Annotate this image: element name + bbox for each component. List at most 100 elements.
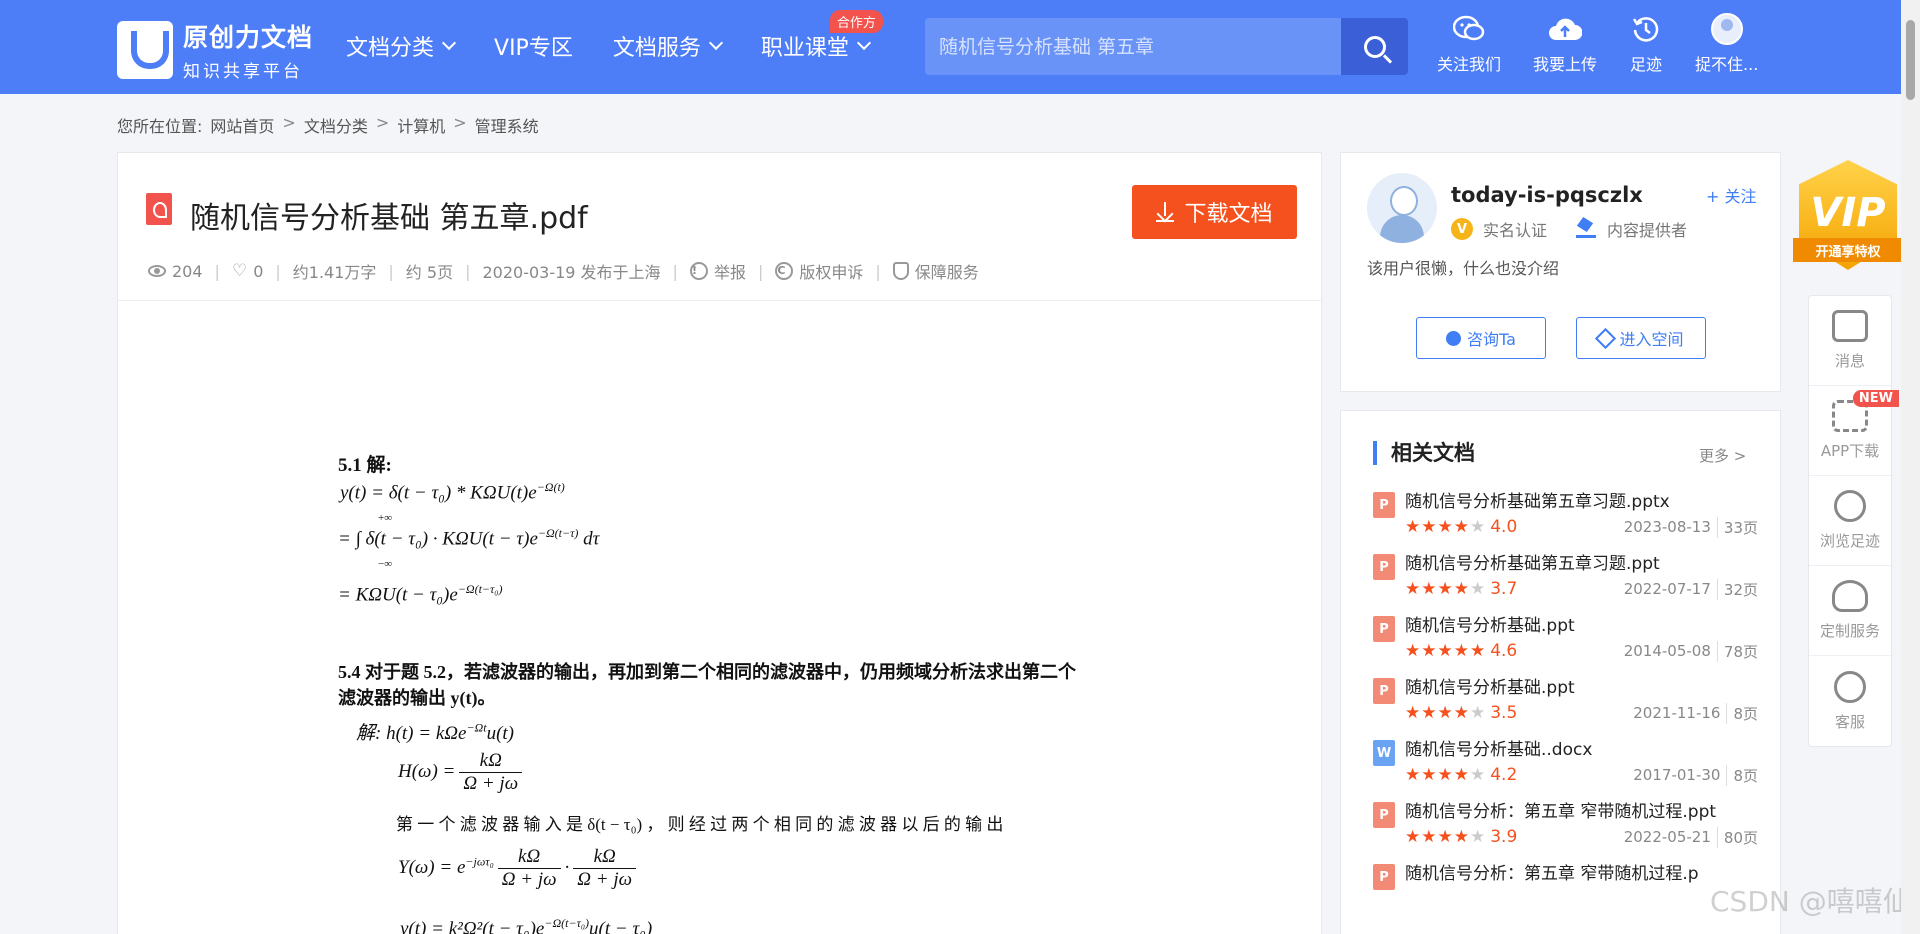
- history-icon: [1834, 490, 1866, 522]
- related-item-title[interactable]: 随机信号分析基础..docx: [1405, 737, 1758, 763]
- equation-line: y(t) = k²Ω²(t − τ₀)e−Ω(t−τ₀)u(t − τ₀): [400, 916, 653, 934]
- nav-label: 文档服务: [612, 36, 701, 61]
- site-logo[interactable]: 原创力文档 知识共享平台: [117, 18, 313, 82]
- guarantee-button[interactable]: 保障服务: [892, 259, 979, 283]
- vip-promo-badge[interactable]: VIP 开通享特权: [1793, 160, 1903, 278]
- item-pages: 33页: [1716, 516, 1758, 538]
- upload-button[interactable]: 我要上传: [1533, 12, 1597, 75]
- download-button[interactable]: 下载文档: [1132, 185, 1297, 239]
- report-button[interactable]: ! 举报: [689, 259, 746, 283]
- copyright-button[interactable]: C 版权申诉: [775, 259, 863, 283]
- top-navbar: 原创力文档 知识共享平台 文档分类 VIP专区 文档服务 职业课堂 合作方 随机…: [0, 0, 1920, 94]
- cube-icon: [1595, 327, 1617, 349]
- author-badges: V 实名认证 内容提供者: [1451, 217, 1687, 241]
- enter-space-button[interactable]: 进入空间: [1576, 317, 1706, 359]
- rating-stars: ★★★★★: [1405, 827, 1487, 847]
- side-app-download-button[interactable]: APP下载 NEW: [1809, 386, 1899, 476]
- related-item[interactable]: P 随机信号分析基础第五章习题.pptx ★★★★★ 4.0 2023-08-13 3…: [1373, 489, 1758, 539]
- rating-score: 4.0: [1490, 517, 1518, 537]
- related-item-title[interactable]: 随机信号分析：第五章 窄带随机过程.ppt: [1405, 799, 1758, 825]
- side-message-button[interactable]: 消息: [1809, 296, 1891, 386]
- related-item-title[interactable]: 随机信号分析基础第五章习题.ppt: [1405, 551, 1758, 577]
- follow-us-button[interactable]: 关注我们: [1437, 12, 1501, 75]
- follow-button[interactable]: + 关注: [1706, 183, 1757, 207]
- problem-5-4-heading-cont: 滤波器的输出 y(t)。: [338, 688, 496, 708]
- download-icon: [1156, 202, 1175, 222]
- related-item-title[interactable]: 随机信号分析：第五章 窄带随机过程.p: [1405, 861, 1758, 887]
- ppt-file-icon: P: [1373, 864, 1395, 890]
- nav-doc-category[interactable]: 文档分类: [346, 30, 457, 62]
- author-name[interactable]: today-is-pqsczlx: [1451, 183, 1643, 207]
- related-item[interactable]: P 随机信号分析基础.ppt ★★★★★ 4.6 2014-05-08 78页: [1373, 613, 1758, 663]
- ppt-file-icon: P: [1373, 554, 1395, 580]
- rating-stars: ★★★★★: [1405, 579, 1487, 599]
- document-header: 随机信号分析基础 第五章.pdf 下载文档 204 | ♡ 0 | 约1.41万字…: [118, 153, 1321, 301]
- chevron-down-icon: [856, 35, 871, 51]
- related-item-title[interactable]: 随机信号分析基础第五章习题.pptx: [1405, 489, 1758, 515]
- message-icon: [1832, 310, 1868, 342]
- author-avatar[interactable]: [1367, 173, 1437, 243]
- related-item[interactable]: P 随机信号分析基础第五章习题.ppt ★★★★★ 3.7 2022-07-17 32…: [1373, 551, 1758, 601]
- breadcrumb-sep: >: [282, 113, 296, 132]
- more-link[interactable]: 更多 >: [1699, 445, 1746, 466]
- side-label: 浏览足迹: [1819, 532, 1880, 550]
- nav-career-class[interactable]: 职业课堂 合作方: [761, 10, 883, 62]
- wechat-icon: [1452, 12, 1486, 46]
- related-item-title[interactable]: 随机信号分析基础.ppt: [1405, 675, 1758, 701]
- page-count: 约 5页: [405, 263, 454, 282]
- side-custom-service-button[interactable]: 定制服务: [1809, 566, 1891, 656]
- item-pages: 8页: [1726, 764, 1758, 786]
- breadcrumb-link[interactable]: 管理系统: [475, 113, 539, 137]
- alert-icon: !: [689, 262, 708, 280]
- related-list: P 随机信号分析基础第五章习题.pptx ★★★★★ 4.0 2023-08-13 3…: [1373, 489, 1758, 899]
- breadcrumb-link[interactable]: 文档分类: [304, 113, 368, 137]
- item-date: 2022-05-21: [1623, 828, 1711, 846]
- equation-line: = ∫ δ(t − τ₀) · KΩU(t − τ)e−Ω(t−τ) dτ: [338, 526, 600, 550]
- author-bio: 该用户很懒，什么也没介绍: [1367, 259, 1560, 278]
- nav-vip[interactable]: VIP专区: [494, 30, 573, 62]
- author-card: today-is-pqsczlx + 关注 V 实名认证 内容提供者 该用户很懒…: [1340, 152, 1781, 392]
- rating-score: 4.6: [1490, 641, 1518, 661]
- tool-label: 足迹: [1630, 55, 1663, 74]
- download-label: 下载文档: [1184, 202, 1273, 227]
- history-icon: [1629, 12, 1663, 46]
- integral-lower: −∞: [378, 558, 393, 570]
- user-menu[interactable]: 捉不住...: [1695, 12, 1758, 75]
- related-item[interactable]: P 随机信号分析：第五章 窄带随机过程.p: [1373, 861, 1758, 890]
- breadcrumb-sep: >: [453, 113, 467, 132]
- main-nav: 文档分类 VIP专区 文档服务 职业课堂 合作方: [346, 10, 909, 62]
- related-title: 相关文档: [1373, 441, 1475, 465]
- search-button[interactable]: [1341, 18, 1408, 75]
- side-history-button[interactable]: 浏览足迹: [1809, 476, 1891, 566]
- breadcrumb-link[interactable]: 网站首页: [210, 113, 274, 137]
- eye-icon: [148, 265, 166, 277]
- rating-score: 4.2: [1490, 765, 1518, 785]
- breadcrumb: 您所在位置: 网站首页 > 文档分类 > 计算机 > 管理系统: [117, 113, 547, 137]
- like-button[interactable]: ♡ 0: [232, 262, 263, 281]
- nav-label: 文档分类: [346, 36, 435, 61]
- pdf-icon: [146, 193, 172, 225]
- related-item[interactable]: P 随机信号分析基础.ppt ★★★★★ 3.5 2021-11-16 8页: [1373, 675, 1758, 725]
- consult-label: 咨询Ta: [1467, 330, 1516, 349]
- logo-icon: [117, 21, 173, 79]
- related-item-title[interactable]: 随机信号分析基础.ppt: [1405, 613, 1758, 639]
- floating-sidebar: 消息 APP下载 NEW 浏览足迹 定制服务 客服: [1808, 295, 1899, 747]
- nav-doc-service[interactable]: 文档服务: [612, 30, 723, 62]
- search-input[interactable]: [925, 18, 1341, 75]
- side-label: APP下载: [1820, 442, 1880, 460]
- breadcrumb-link[interactable]: 计算机: [397, 113, 445, 137]
- page-scrollbar[interactable]: [1901, 0, 1920, 934]
- scroll-thumb[interactable]: [1906, 20, 1915, 100]
- item-date: 2022-07-17: [1623, 580, 1711, 598]
- related-item[interactable]: P 随机信号分析：第五章 窄带随机过程.ppt ★★★★★ 3.9 2022-05-…: [1373, 799, 1758, 849]
- consult-button[interactable]: 咨询Ta: [1416, 317, 1546, 359]
- related-item[interactable]: W 随机信号分析基础..docx ★★★★★ 4.2 2017-01-30 8页: [1373, 737, 1758, 787]
- side-support-button[interactable]: 客服: [1809, 656, 1891, 746]
- footprint-button[interactable]: 足迹: [1629, 12, 1663, 75]
- logo-title: 原创力文档: [183, 23, 314, 52]
- item-pages: 80页: [1716, 826, 1758, 848]
- search-icon: [1363, 35, 1386, 58]
- integral-upper: +∞: [378, 512, 393, 524]
- equation-line: y(t) = δ(t − τ₀) * KΩU(t)e−Ω(t): [340, 480, 565, 504]
- rating-stars: ★★★★★: [1405, 517, 1487, 537]
